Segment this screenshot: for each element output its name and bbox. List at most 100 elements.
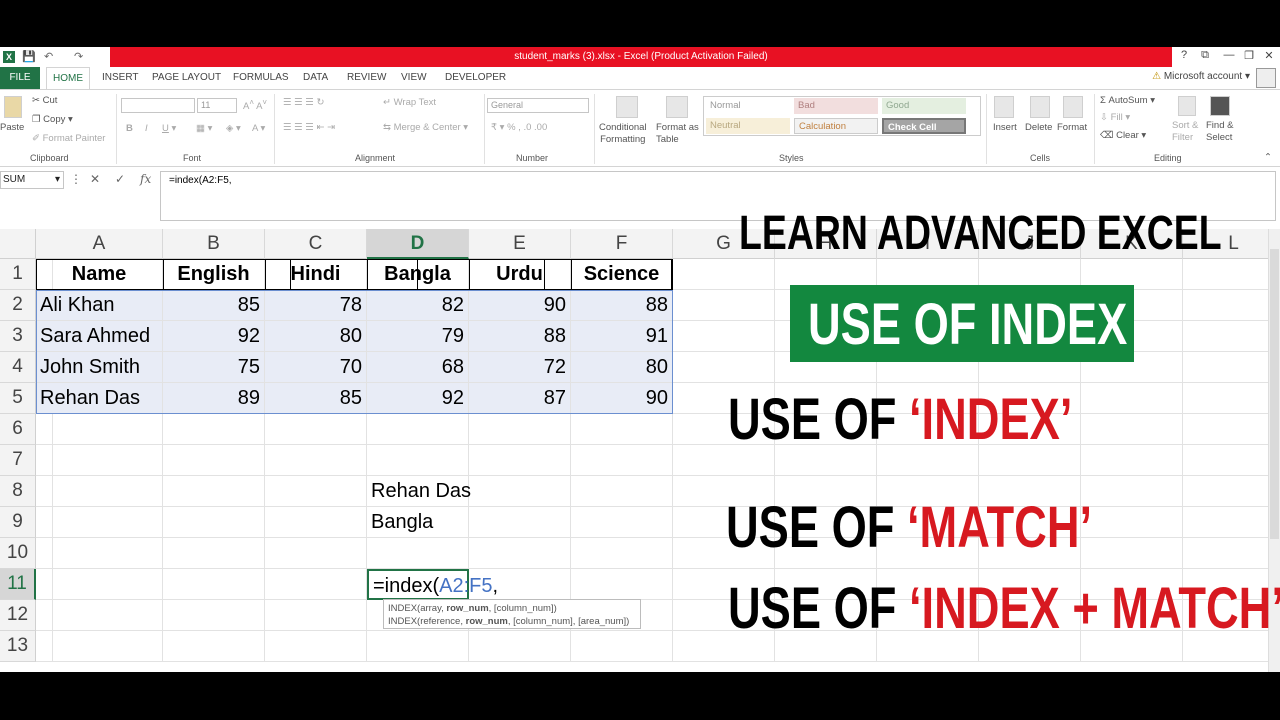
sort-icon[interactable] — [1178, 96, 1196, 116]
table-cell[interactable]: 87 — [469, 383, 571, 414]
align-top-icons[interactable]: ☰ ☰ ☰ ↻ — [283, 97, 324, 109]
row-header-9[interactable]: 9 — [0, 507, 36, 538]
cell-d9[interactable]: Bangla — [367, 507, 469, 538]
wrap-text-button[interactable]: ↵ Wrap Text — [383, 97, 436, 109]
table-cell[interactable]: 80 — [571, 352, 673, 383]
tooltip-line-1[interactable]: INDEX(array, row_num, [column_num]) — [388, 602, 636, 615]
column-header-d[interactable]: D — [367, 229, 469, 259]
table-cell[interactable]: John Smith — [36, 352, 163, 383]
table-cell[interactable]: Sara Ahmed — [36, 321, 163, 352]
redo-icon[interactable]: ↷ — [74, 50, 83, 64]
account-menu[interactable]: ⚠ Microsoft account ▾ — [1152, 71, 1250, 82]
tab-review[interactable]: REVIEW — [347, 71, 386, 85]
copy-button[interactable]: ❐ Copy ▾ — [32, 114, 73, 126]
table-cell[interactable]: 91 — [571, 321, 673, 352]
tab-insert[interactable]: INSERT — [102, 71, 139, 85]
table-cell[interactable]: 90 — [571, 383, 673, 414]
format-cells-icon[interactable] — [1063, 96, 1083, 118]
tab-file[interactable]: FILE — [0, 67, 40, 89]
table-header-cell[interactable]: Urdu — [469, 259, 571, 290]
ribbon-display-icon[interactable]: ⧉ — [1196, 49, 1214, 62]
row-header-10[interactable]: 10 — [0, 538, 36, 569]
table-cell[interactable]: Ali Khan — [36, 290, 163, 321]
format-as-table-button[interactable]: Format as Table — [656, 122, 699, 146]
fill-color-icon[interactable]: ◈ ▾ — [226, 123, 241, 135]
row-header-13[interactable]: 13 — [0, 631, 36, 662]
table-header-cell[interactable]: Hindi — [265, 259, 367, 290]
column-header-f[interactable]: F — [571, 229, 673, 259]
row-header-4[interactable]: 4 — [0, 352, 36, 383]
style-calculation[interactable]: Calculation — [794, 118, 878, 134]
close-icon[interactable]: ✕ — [1260, 49, 1278, 62]
insert-cells-icon[interactable] — [994, 96, 1014, 118]
table-header-cell[interactable]: Bangla — [367, 259, 469, 290]
cell-d8[interactable]: Rehan Das — [367, 476, 471, 507]
clear-button[interactable]: ⌫ Clear ▾ — [1100, 130, 1146, 142]
help-icon[interactable]: ? — [1175, 49, 1193, 61]
tab-page-layout[interactable]: PAGE LAYOUT — [152, 71, 221, 85]
style-bad[interactable]: Bad — [794, 98, 878, 114]
row-header-7[interactable]: 7 — [0, 445, 36, 476]
table-header-cell[interactable]: Science — [571, 259, 673, 290]
table-cell[interactable]: 68 — [367, 352, 469, 383]
style-check-cell[interactable]: Check Cell — [882, 118, 966, 134]
merge-center-button[interactable]: ⇆ Merge & Center ▾ — [383, 122, 468, 134]
conditional-formatting-button[interactable]: Conditional Formatting — [599, 122, 647, 146]
name-box[interactable]: SUM ▾ — [0, 171, 64, 189]
tab-home[interactable]: HOME — [46, 67, 90, 90]
paste-icon[interactable] — [4, 96, 22, 118]
table-cell[interactable]: 80 — [265, 321, 367, 352]
minimize-icon[interactable]: — — [1220, 49, 1238, 61]
tooltip-line-2[interactable]: INDEX(reference, row_num, [column_num], … — [388, 615, 636, 628]
table-cell[interactable]: 75 — [163, 352, 265, 383]
binoculars-icon[interactable] — [1210, 96, 1230, 116]
paste-button[interactable]: Paste — [0, 122, 24, 134]
number-format-select[interactable]: General — [487, 98, 589, 113]
table-cell[interactable]: 85 — [265, 383, 367, 414]
conditional-formatting-icon[interactable] — [616, 96, 638, 118]
grow-font-icon[interactable]: A˄ A˅ — [243, 97, 267, 113]
enter-icon[interactable]: ✓ — [115, 172, 125, 186]
font-color-icon[interactable]: A ▾ — [252, 123, 265, 135]
find-select-button[interactable]: Find & Select — [1206, 120, 1233, 144]
row-header-12[interactable]: 12 — [0, 600, 36, 631]
row-header-5[interactable]: 5 — [0, 383, 36, 414]
delete-cells-icon[interactable] — [1030, 96, 1050, 118]
cell-d11-editing[interactable]: =index(A2:F5, — [367, 569, 498, 600]
table-cell[interactable]: 82 — [367, 290, 469, 321]
row-header-6[interactable]: 6 — [0, 414, 36, 445]
italic-icon[interactable]: I — [145, 123, 148, 135]
avatar[interactable] — [1256, 68, 1276, 88]
format-painter-button[interactable]: ✐ Format Painter — [32, 133, 105, 145]
column-header-a[interactable]: A — [36, 229, 163, 259]
undo-icon[interactable]: ↶ — [44, 50, 53, 64]
row-header-2[interactable]: 2 — [0, 290, 36, 321]
table-cell[interactable]: 78 — [265, 290, 367, 321]
table-header-cell[interactable]: Name — [36, 259, 163, 290]
tab-data[interactable]: DATA — [303, 71, 328, 85]
collapse-ribbon-icon[interactable]: ⌃ — [1264, 152, 1272, 164]
number-format-icons[interactable]: ₹ ▾ % , .0 .00 — [491, 122, 547, 134]
table-header-cell[interactable]: English — [163, 259, 265, 290]
table-cell[interactable]: 88 — [571, 290, 673, 321]
format-cells-button[interactable]: Format — [1057, 122, 1087, 134]
table-cell[interactable]: Rehan Das — [36, 383, 163, 414]
format-as-table-icon[interactable] — [666, 96, 688, 118]
column-header-c[interactable]: C — [265, 229, 367, 259]
table-cell[interactable]: 72 — [469, 352, 571, 383]
sort-filter-button[interactable]: Sort & Filter — [1172, 120, 1198, 144]
table-cell[interactable]: 89 — [163, 383, 265, 414]
save-icon[interactable]: 💾 — [22, 50, 36, 64]
font-size-select[interactable]: 11 — [197, 98, 237, 113]
row-header-3[interactable]: 3 — [0, 321, 36, 352]
cut-button[interactable]: ✂ Cut — [32, 95, 57, 107]
style-good[interactable]: Good — [882, 98, 966, 114]
fx-icon[interactable]: fx — [140, 172, 151, 186]
table-cell[interactable]: 70 — [265, 352, 367, 383]
row-header-1[interactable]: 1 — [0, 259, 36, 290]
style-normal[interactable]: Normal — [706, 98, 790, 114]
restore-icon[interactable]: ❐ — [1240, 49, 1258, 62]
insert-cells-button[interactable]: Insert — [993, 122, 1017, 134]
tab-view[interactable]: VIEW — [401, 71, 427, 85]
tab-formulas[interactable]: FORMULAS — [233, 71, 289, 85]
